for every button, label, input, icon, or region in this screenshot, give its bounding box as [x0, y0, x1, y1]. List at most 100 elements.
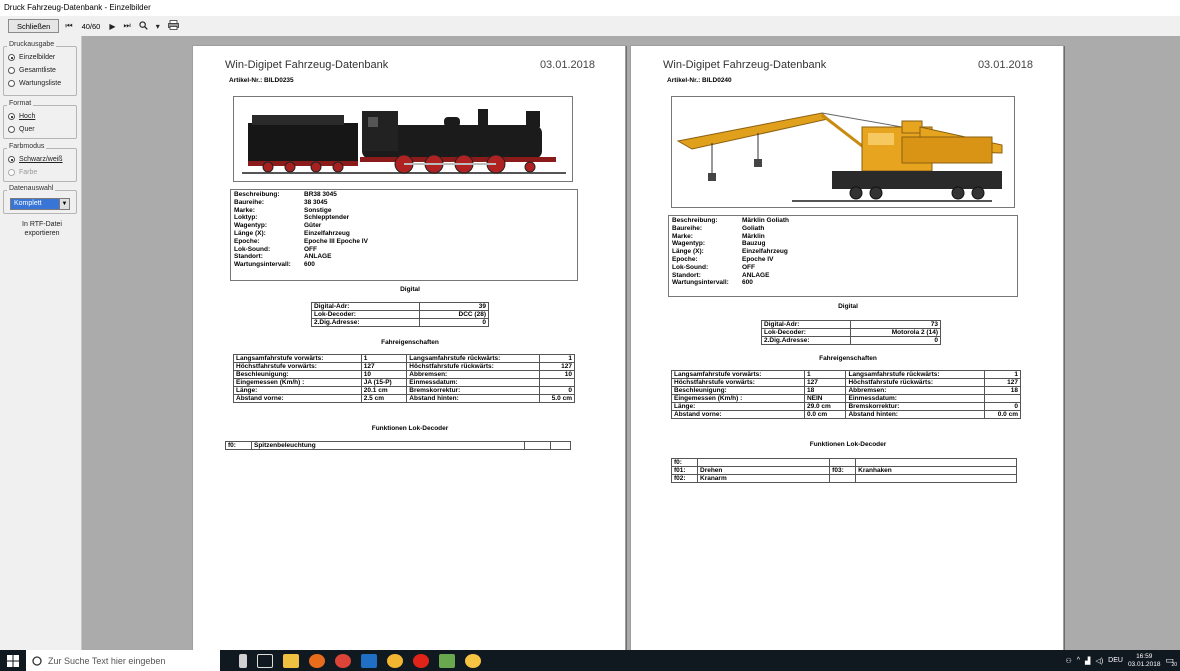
table-cell: Bremskorrektur: — [845, 402, 985, 411]
table-cell: 5.0 cm — [539, 394, 575, 403]
desc-value: Goliath — [742, 224, 765, 232]
table-cell: DCC (28) — [418, 310, 490, 319]
firefox-icon[interactable] — [309, 653, 325, 668]
network-icon[interactable]: ▟ — [1085, 657, 1090, 665]
taskbar-search-input[interactable]: Zur Suche Text hier eingeben — [26, 650, 220, 671]
next-page-icon[interactable]: ▶ — [107, 22, 117, 31]
emoji-icon[interactable] — [465, 653, 481, 668]
table-cell: Beschleunigung: — [233, 370, 362, 379]
table-cell: 18 — [803, 386, 847, 395]
color-mode-group: Farbmodus Schwarz/weiß Farbe — [3, 143, 77, 182]
table-row: Eingemessen (Km/h) : JA (15-P) Einmessdatu… — [233, 378, 575, 387]
preview-page: Win-Digipet Fahrzeug-Datenbank 03.01.201… — [192, 45, 626, 651]
format-group: Format Hoch Quer — [3, 100, 77, 139]
page-header-date: 03.01.2018 — [977, 59, 1033, 71]
desc-label: Marke: — [672, 232, 693, 240]
print-output-group: Druckausgabe Einzelbilder Gesamtliste Wa… — [3, 41, 77, 96]
desc-row: Lok-Sound: OFF — [672, 264, 1014, 272]
language-indicator[interactable]: DEU — [1108, 657, 1123, 664]
table-cell: 1 — [803, 370, 847, 379]
desc-value: Güter — [304, 222, 322, 230]
table-cell: 0.0 cm — [983, 410, 1022, 419]
desc-row: Marke: Märklin — [672, 233, 1014, 241]
radio-indicator — [8, 126, 15, 133]
functions-table: f0: f01: Drehen f03: Kranhaken f02: Kranarm — [671, 458, 1017, 483]
table-cell: 73 — [849, 320, 942, 329]
app-icon[interactable] — [387, 653, 403, 668]
radio-list: Hoch Quer — [4, 106, 76, 136]
table-cell: 127 — [983, 378, 1022, 387]
table-cell: Höchstfahrstufe vorwärts: — [671, 378, 805, 387]
chevron-up-icon[interactable]: ^ — [1077, 657, 1080, 664]
data-selection-dropdown[interactable]: Komplett ▼ — [10, 198, 70, 210]
zoom-dropdown-icon[interactable]: ▾ — [154, 22, 162, 31]
table-cell: Kranarm — [696, 474, 831, 483]
table-cell: Langsamfahrstufe vorwärts: — [233, 354, 362, 363]
table-cell: Abbremsen: — [845, 386, 985, 395]
start-button[interactable] — [0, 650, 26, 671]
desc-label: Baureihe: — [234, 198, 264, 206]
last-page-icon[interactable]: ⏭ — [122, 21, 133, 31]
table-cell: 10 — [360, 370, 408, 379]
data-selection-group: Datenauswahl Komplett ▼ — [3, 185, 77, 214]
close-button[interactable]: Schließen — [8, 19, 60, 33]
table-cell: 0 — [539, 386, 575, 395]
digital-table: Digital-Adr: 39 Lok-Decoder: DCC (28) 2.Dig.… — [311, 302, 490, 327]
radio-hoch[interactable]: Hoch — [4, 110, 76, 123]
desc-value: Bauzug — [742, 240, 766, 248]
table-cell: Langsamfahrstufe rückwärts: — [845, 370, 985, 379]
first-page-icon[interactable]: ⏮ — [63, 21, 74, 31]
page-header-date: 03.01.2018 — [539, 59, 595, 71]
table-cell: Abstand vorne: — [671, 410, 805, 419]
table-cell — [523, 441, 551, 450]
table-cell: Digital-Adr: — [761, 320, 851, 329]
windigipet-icon[interactable] — [439, 653, 455, 668]
table-cell: 20.1 cm — [360, 386, 408, 395]
radio-einzelbilder[interactable]: Einzelbilder — [4, 51, 76, 64]
clock[interactable]: 16:59 03.01.2018 — [1128, 653, 1161, 669]
table-row: Langsamfahrstufe vorwärts: 1 Langsamfahrst… — [233, 354, 575, 363]
desc-label: Lok-Sound: — [672, 263, 709, 271]
chrome-icon[interactable] — [335, 653, 351, 668]
outlook-icon[interactable] — [361, 653, 377, 668]
digital-table: Digital-Adr: 73 Lok-Decoder: Motorola 2 (14… — [761, 320, 942, 345]
opera-icon[interactable] — [413, 653, 429, 668]
desc-value: Märklin Goliath — [742, 217, 789, 224]
desc-row: Wagentyp: Güter — [234, 222, 574, 230]
table-cell: 18 — [983, 386, 1022, 395]
functions-title: Funktionen Lok-Decoder — [809, 441, 887, 448]
desc-label: Lok-Sound: — [234, 245, 271, 253]
radio-quer[interactable]: Quer — [4, 123, 76, 136]
radio-wartungsliste[interactable]: Wartungsliste — [4, 77, 76, 90]
printer-icon[interactable] — [166, 20, 181, 32]
zoom-icon[interactable] — [137, 20, 150, 32]
desc-row: Marke: Sonstige — [234, 207, 574, 215]
desc-row: Länge (X): Einzelfahrzeug — [234, 230, 574, 238]
volume-icon[interactable]: ◁) — [1095, 657, 1103, 665]
table-cell: f0: — [225, 441, 252, 450]
people-icon[interactable]: ⚇ — [1065, 657, 1071, 665]
task-view-icon[interactable] — [257, 653, 273, 668]
table-cell: Länge: — [671, 402, 805, 411]
export-rtf-button[interactable]: In RTF-Datei exportieren — [14, 220, 70, 238]
radio-farbe[interactable]: Farbe — [4, 166, 76, 179]
crane-car-image — [671, 96, 1015, 208]
table-cell: Abstand hinten: — [406, 394, 541, 403]
desc-label: Marke: — [234, 206, 255, 214]
desc-value: Einzelfahrzeug — [742, 248, 788, 256]
desc-row: Standort: ANLAGE — [672, 272, 1014, 280]
table-cell — [855, 458, 1017, 467]
print-preview-area[interactable]: Win-Digipet Fahrzeug-Datenbank 03.01.201… — [82, 36, 1180, 651]
radio-gesamtliste[interactable]: Gesamtliste — [4, 64, 76, 77]
desc-label: Länge (X): — [672, 248, 704, 256]
desc-value: Sonstige — [304, 206, 332, 214]
radio-indicator — [8, 169, 15, 176]
group-legend: Druckausgabe — [7, 41, 57, 48]
file-explorer-icon[interactable] — [283, 653, 299, 668]
microphone-icon[interactable] — [239, 653, 247, 668]
functions-table: f0: Spitzenbeleuchtung — [225, 441, 572, 450]
fahreigenschaften-table: Langsamfahrstufe vorwärts: 1 Langsamfahrst… — [233, 354, 575, 403]
notification-icon[interactable]: ▭ 20 — [1165, 655, 1177, 668]
article-number: Artikel-Nr.: BILD0240 — [667, 77, 732, 84]
radio-schwarzweiss[interactable]: Schwarz/weiß — [4, 153, 76, 166]
